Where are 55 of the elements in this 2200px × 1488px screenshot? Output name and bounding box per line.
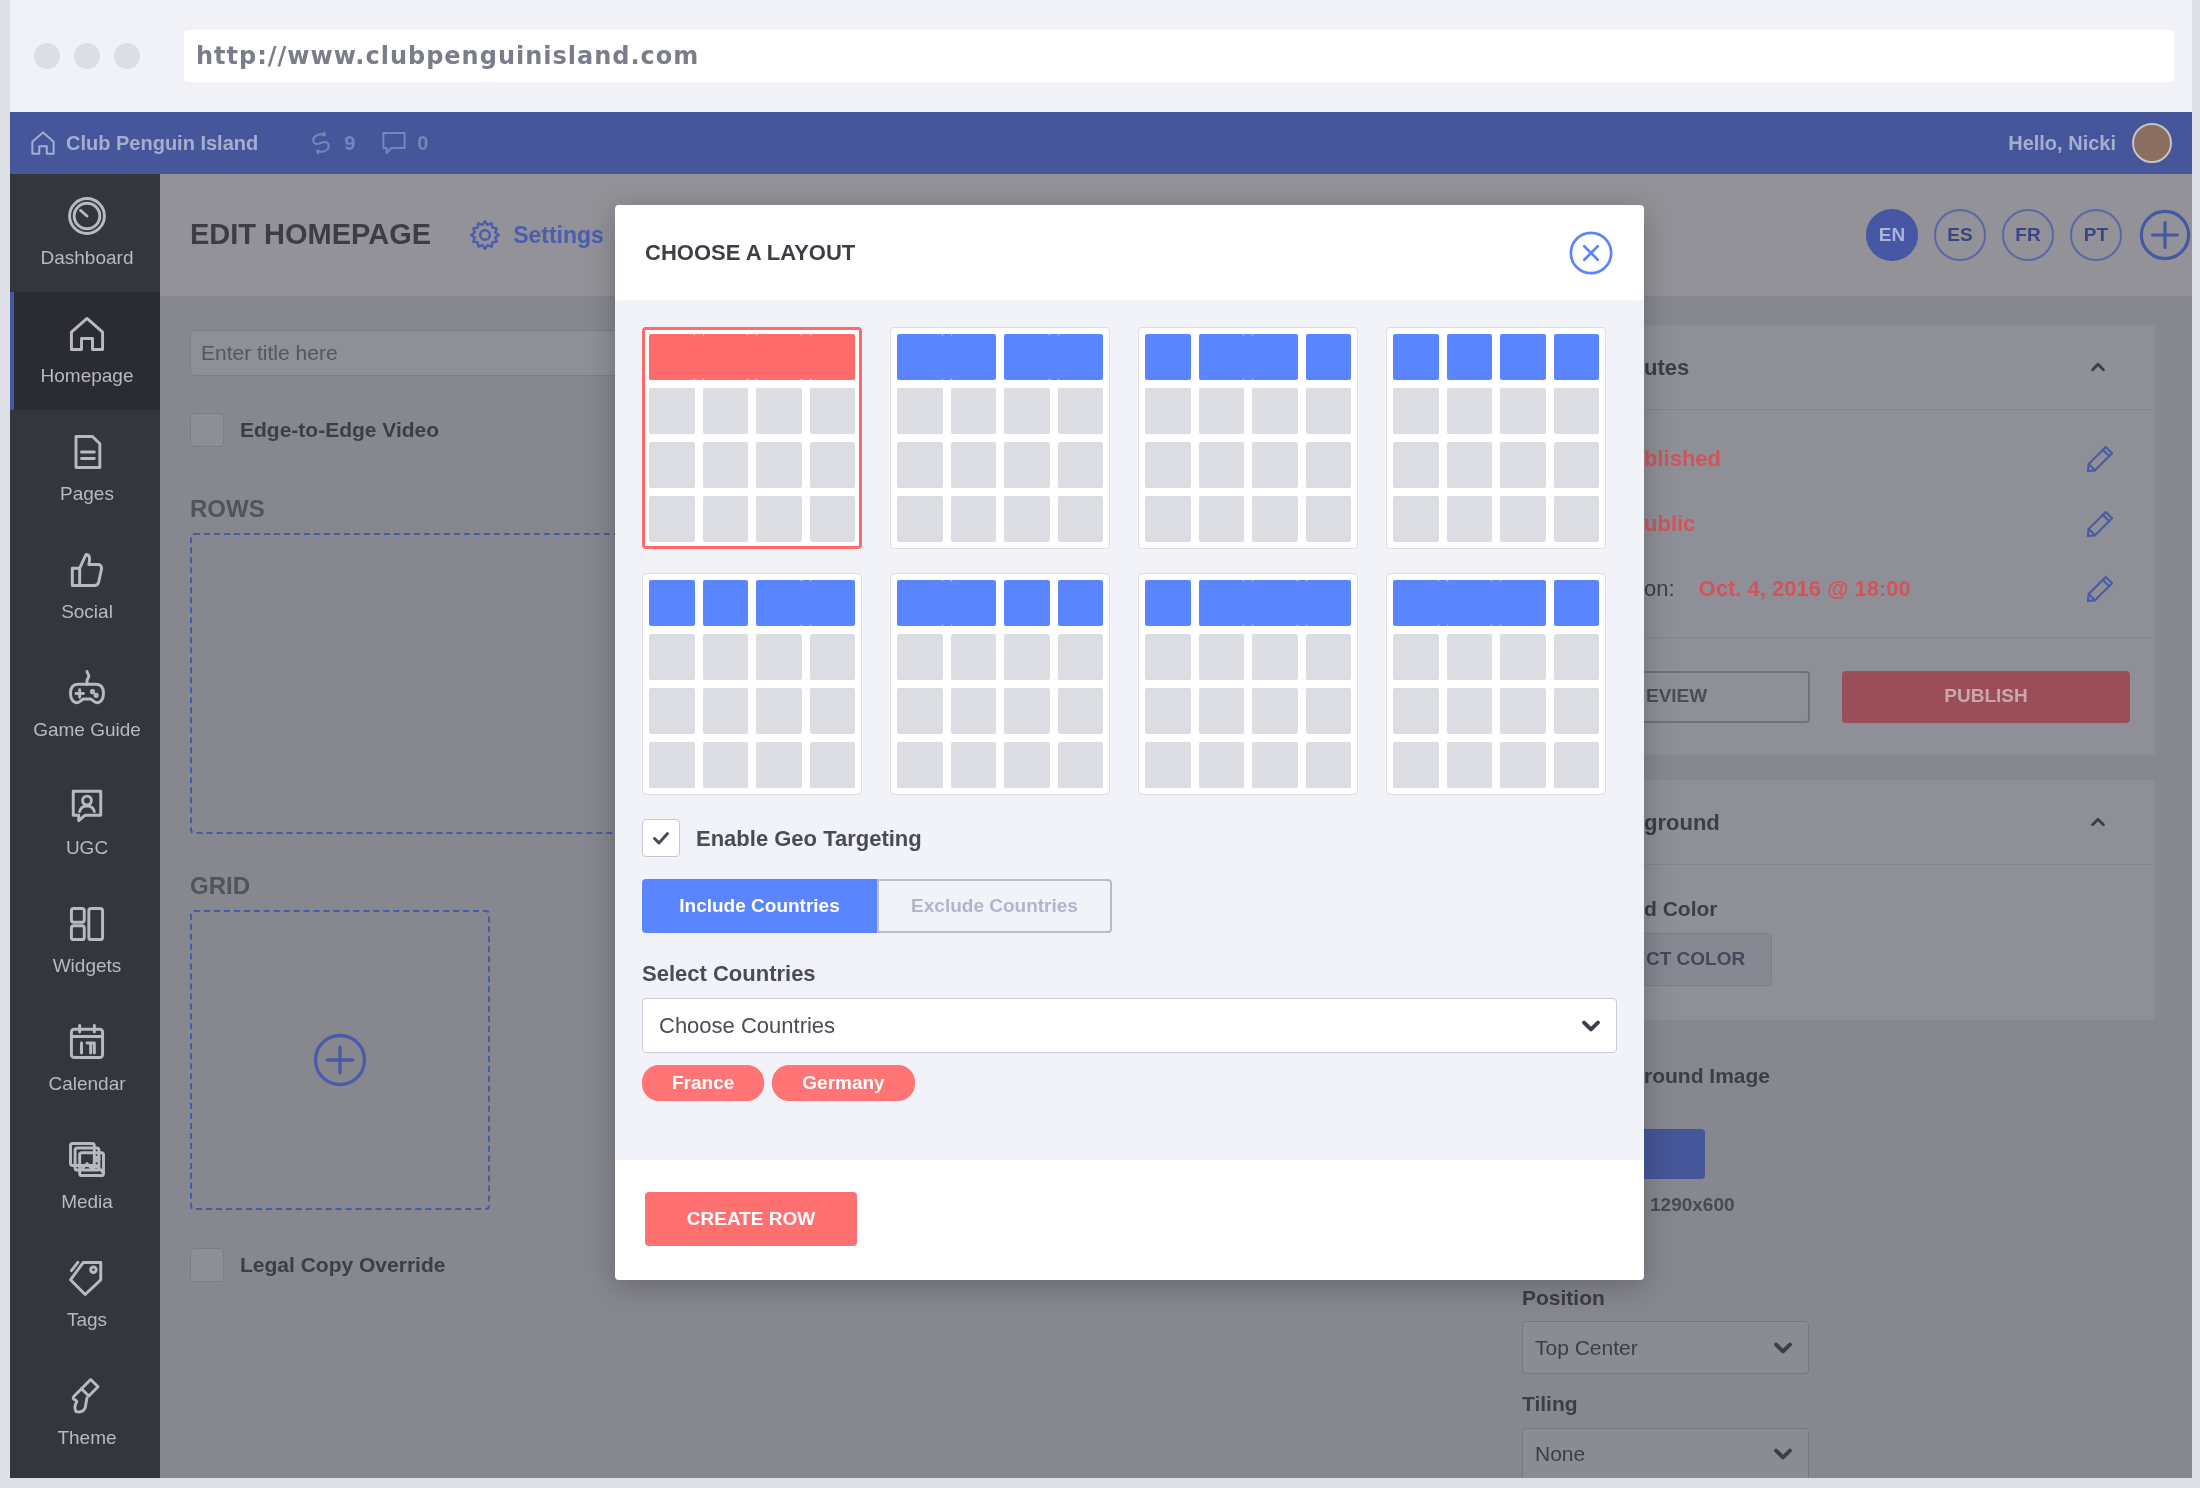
country-tag[interactable]: Germany xyxy=(772,1065,915,1101)
page-title: EDIT HOMEPAGE xyxy=(190,217,432,253)
publish-button[interactable]: PUBLISH xyxy=(1842,670,2130,723)
close-icon[interactable] xyxy=(1568,229,1614,276)
field-label: on: xyxy=(1644,575,1675,603)
panel-title: utes xyxy=(1644,353,1690,382)
sidebar-item[interactable]: Social xyxy=(10,528,160,646)
select-color-button[interactable]: CT COLOR xyxy=(1644,932,1772,986)
avatar[interactable] xyxy=(2132,123,2172,163)
dropdown[interactable]: Top Center xyxy=(1522,1321,1809,1374)
address-bar[interactable]: http://www.clubpenguinisland.com xyxy=(184,30,2174,82)
greeting: Hello, Nicki xyxy=(2008,131,2116,156)
language-button[interactable]: PT xyxy=(2070,209,2122,261)
sidebar-item[interactable]: Widgets xyxy=(10,882,160,1000)
image-size-hint: 1290x600 xyxy=(1650,1193,1736,1217)
panel-title: ground xyxy=(1644,808,1720,837)
modal-title: CHOOSE A LAYOUT xyxy=(645,239,856,267)
sidebar-item[interactable]: Calendar xyxy=(10,1000,160,1118)
field-label: d Color xyxy=(1644,896,1719,922)
layout-option[interactable] xyxy=(642,327,862,549)
language-button[interactable]: ES xyxy=(1934,209,1986,261)
language-button[interactable]: FR xyxy=(2002,209,2054,261)
chevron-down-icon xyxy=(1582,1019,1600,1032)
sidebar-item[interactable]: Dashboard xyxy=(10,174,160,292)
sidebar-item[interactable]: Game Guide xyxy=(10,646,160,764)
language-button[interactable]: EN xyxy=(1866,209,1918,261)
sidebar-item[interactable]: Pages xyxy=(10,410,160,528)
sidebar-item[interactable]: UGC xyxy=(10,764,160,882)
field-value: Oct. 4, 2016 @ 18:00 xyxy=(1698,575,1911,603)
checkbox-label: Edge-to-Edge Video xyxy=(240,417,440,444)
checkbox-label: Legal Copy Override xyxy=(240,1252,446,1279)
field-label: Tiling xyxy=(1522,1391,1579,1417)
site-name[interactable]: Club Penguin Island xyxy=(66,128,259,158)
field-label: round Image xyxy=(1644,1062,1771,1089)
create-row-button[interactable]: CREATE ROW xyxy=(645,1192,857,1246)
field-label: Select Countries xyxy=(642,960,817,988)
chevron-down-icon xyxy=(1774,1341,1792,1354)
sidebar-item[interactable]: Homepage xyxy=(10,292,160,410)
chevron-down-icon xyxy=(1774,1448,1792,1460)
segment-tab[interactable]: Include Countries xyxy=(642,879,877,933)
segment-tab[interactable]: Exclude Countries xyxy=(877,879,1112,933)
dropdown[interactable]: None xyxy=(1522,1427,1809,1478)
sidebar-item[interactable]: Theme xyxy=(10,1354,160,1472)
checkbox[interactable] xyxy=(642,819,680,857)
sidebar-item[interactable]: Tags xyxy=(10,1236,160,1354)
add-icon[interactable] xyxy=(2138,208,2192,262)
country-tag[interactable]: France xyxy=(642,1065,765,1101)
settings-link[interactable]: Settings xyxy=(467,217,604,253)
sidebar-item[interactable]: Media xyxy=(10,1118,160,1236)
field-value: blished xyxy=(1644,445,1721,473)
countries-dropdown[interactable]: Choose Countries xyxy=(642,998,1617,1053)
field-value: ublic xyxy=(1644,510,1696,538)
add-icon[interactable] xyxy=(312,1032,368,1088)
checkbox-label: Enable Geo Targeting xyxy=(696,824,922,853)
field-label: Position xyxy=(1522,1284,1606,1311)
